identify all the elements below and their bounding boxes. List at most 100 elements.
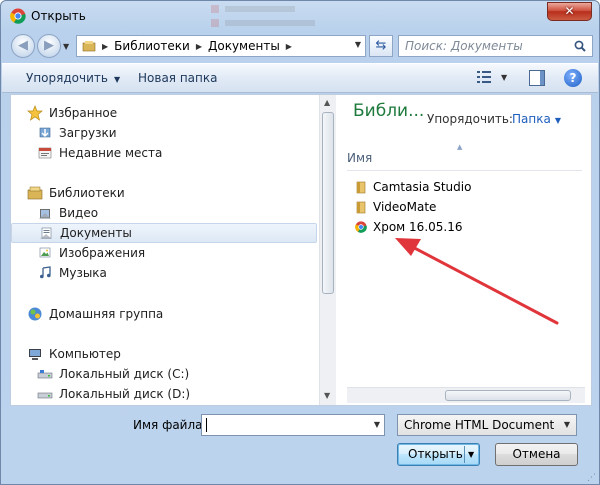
main-area: Избранное Загрузки Недавние места Библио… bbox=[10, 94, 592, 406]
nav-recent-places-label: Недавние места bbox=[59, 146, 163, 160]
drive-icon bbox=[37, 392, 53, 399]
views-dropdown-icon[interactable]: ▼ bbox=[501, 73, 507, 82]
breadcrumb-libraries[interactable]: Библиотеки bbox=[114, 39, 190, 53]
preview-pane-icon[interactable] bbox=[529, 70, 545, 86]
scroll-down-icon[interactable]: ▼ bbox=[324, 391, 330, 400]
filename-label: Имя файла: bbox=[133, 418, 207, 432]
address-dropdown-icon[interactable]: ▼ bbox=[355, 40, 361, 49]
file-name: Хром 16.05.16 bbox=[373, 220, 463, 234]
libraries-small-icon bbox=[82, 41, 96, 52]
folder-icon bbox=[356, 181, 366, 194]
breadcrumb-separator-icon[interactable]: ▶ bbox=[196, 42, 202, 51]
file-item[interactable]: Хром 16.05.16 bbox=[355, 218, 462, 236]
nav-favorites-label: Избранное bbox=[49, 106, 118, 120]
nav-drive-c[interactable]: Локальный диск (C:) bbox=[37, 364, 307, 384]
music-library-icon bbox=[40, 266, 51, 279]
nav-images[interactable]: Изображения bbox=[37, 243, 307, 263]
chevron-down-icon: ▼ bbox=[563, 420, 570, 429]
recent-locations-dropdown-icon[interactable]: ▼ bbox=[63, 42, 69, 51]
new-folder-button[interactable]: Новая папка bbox=[138, 71, 217, 85]
file-name: VideoMate bbox=[373, 200, 437, 214]
file-item[interactable]: Camtasia Studio bbox=[355, 178, 471, 196]
search-icon[interactable] bbox=[574, 40, 586, 52]
filename-input[interactable]: ▼ bbox=[201, 414, 385, 436]
sort-ascending-icon: ▲ bbox=[457, 143, 463, 151]
refresh-button[interactable]: ⇆ bbox=[369, 35, 393, 57]
nav-computer-label: Компьютер bbox=[49, 347, 121, 361]
arrange-by-label: Упорядочить: bbox=[427, 112, 513, 126]
libraries-icon bbox=[27, 186, 43, 200]
pictures-library-icon bbox=[39, 247, 51, 258]
cancel-button[interactable]: Отмена bbox=[495, 443, 578, 466]
filetype-value: Chrome HTML Document bbox=[404, 418, 555, 432]
text-caret bbox=[206, 418, 207, 432]
command-toolbar: Упорядочить ▼ Новая папка ▼ ? bbox=[2, 63, 598, 93]
open-button-label: Открыть bbox=[408, 447, 463, 461]
documents-library-icon bbox=[40, 227, 52, 239]
nav-favorites[interactable]: Избранное bbox=[27, 103, 307, 123]
open-options-dropdown-icon[interactable]: ▼ bbox=[468, 444, 474, 465]
split-divider bbox=[464, 446, 465, 463]
library-title: Библи... bbox=[353, 101, 425, 121]
nav-computer[interactable]: Компьютер bbox=[27, 344, 307, 364]
help-button[interactable]: ? bbox=[564, 69, 582, 87]
arrange-by-dropdown[interactable]: Папка ▼ bbox=[512, 112, 561, 126]
nav-downloads-label: Загрузки bbox=[59, 126, 117, 140]
scroll-up-icon[interactable]: ▲ bbox=[324, 98, 330, 107]
nav-drive-c-label: Локальный диск (C:) bbox=[59, 367, 190, 381]
folder-icon bbox=[356, 201, 366, 214]
nav-homegroup[interactable]: Домашняя группа bbox=[27, 304, 307, 324]
nav-pane-scrollbar[interactable]: ▲ ▼ bbox=[319, 95, 336, 405]
nav-drive-d[interactable]: Локальный диск (D:) bbox=[37, 384, 307, 404]
navigation-pane: Избранное Загрузки Недавние места Библио… bbox=[11, 95, 319, 405]
filename-history-dropdown-icon[interactable]: ▼ bbox=[374, 420, 380, 429]
back-arrow-icon: ◀ bbox=[18, 38, 28, 53]
chrome-icon bbox=[10, 8, 26, 24]
breadcrumb-separator-icon[interactable]: ▶ bbox=[286, 42, 292, 51]
file-list-pane: Библи... Упорядочить: Папка ▼ ▲ Имя Camta… bbox=[337, 95, 591, 405]
background-window-ghost bbox=[211, 1, 331, 29]
file-name: Camtasia Studio bbox=[373, 180, 472, 194]
title-bar: Открыть ✕ bbox=[1, 1, 599, 31]
search-input[interactable]: Поиск: Документы bbox=[398, 35, 593, 57]
open-file-dialog: Открыть ✕ ◀ ▶ ▼ ▶ Библиотеки ▶ Документы… bbox=[0, 0, 600, 485]
resize-grip-icon[interactable]: ⋰ bbox=[587, 473, 596, 483]
close-button[interactable]: ✕ bbox=[547, 2, 592, 21]
scrollbar-thumb[interactable] bbox=[445, 390, 571, 401]
filetype-select[interactable]: Chrome HTML Document ▼ bbox=[397, 414, 577, 436]
downloads-icon bbox=[39, 127, 51, 138]
recent-places-icon bbox=[38, 147, 52, 159]
nav-libraries-label: Библиотеки bbox=[49, 186, 125, 200]
nav-libraries[interactable]: Библиотеки bbox=[27, 183, 307, 203]
open-button[interactable]: Открыть ▼ bbox=[397, 443, 480, 466]
forward-button[interactable]: ▶ bbox=[37, 34, 61, 58]
organize-label: Упорядочить bbox=[26, 71, 108, 85]
breadcrumb-separator-icon: ▶ bbox=[102, 41, 109, 51]
organize-button[interactable]: Упорядочить ▼ bbox=[26, 71, 120, 85]
chrome-icon bbox=[355, 221, 367, 233]
refresh-icon: ⇆ bbox=[375, 38, 387, 53]
file-item[interactable]: VideoMate bbox=[355, 198, 436, 216]
address-field[interactable]: ▶ Библиотеки ▶ Документы ▶ ▼ bbox=[76, 35, 366, 57]
scrollbar-thumb[interactable] bbox=[322, 112, 334, 294]
arrange-by-value: Папка bbox=[512, 112, 551, 126]
nav-downloads[interactable]: Загрузки bbox=[37, 123, 307, 143]
column-header-name[interactable]: Имя bbox=[347, 151, 582, 171]
homegroup-icon bbox=[28, 307, 42, 321]
nav-music[interactable]: Музыка bbox=[37, 263, 307, 283]
nav-homegroup-label: Домашняя группа bbox=[49, 307, 164, 321]
nav-drive-d-label: Локальный диск (D:) bbox=[59, 387, 191, 401]
breadcrumb-documents[interactable]: Документы bbox=[208, 39, 280, 53]
forward-arrow-icon: ▶ bbox=[44, 38, 54, 53]
nav-music-label: Музыка bbox=[59, 266, 107, 280]
star-icon bbox=[27, 105, 43, 121]
nav-images-label: Изображения bbox=[59, 246, 146, 260]
nav-recent-places[interactable]: Недавние места bbox=[37, 143, 307, 163]
file-list-horizontal-scrollbar[interactable] bbox=[347, 387, 585, 403]
back-button[interactable]: ◀ bbox=[11, 34, 35, 58]
computer-icon bbox=[29, 349, 41, 360]
nav-documents[interactable]: Документы bbox=[11, 223, 317, 243]
nav-video[interactable]: Видео bbox=[37, 203, 307, 223]
chevron-down-icon: ▼ bbox=[554, 116, 561, 125]
views-icon[interactable] bbox=[476, 70, 492, 84]
